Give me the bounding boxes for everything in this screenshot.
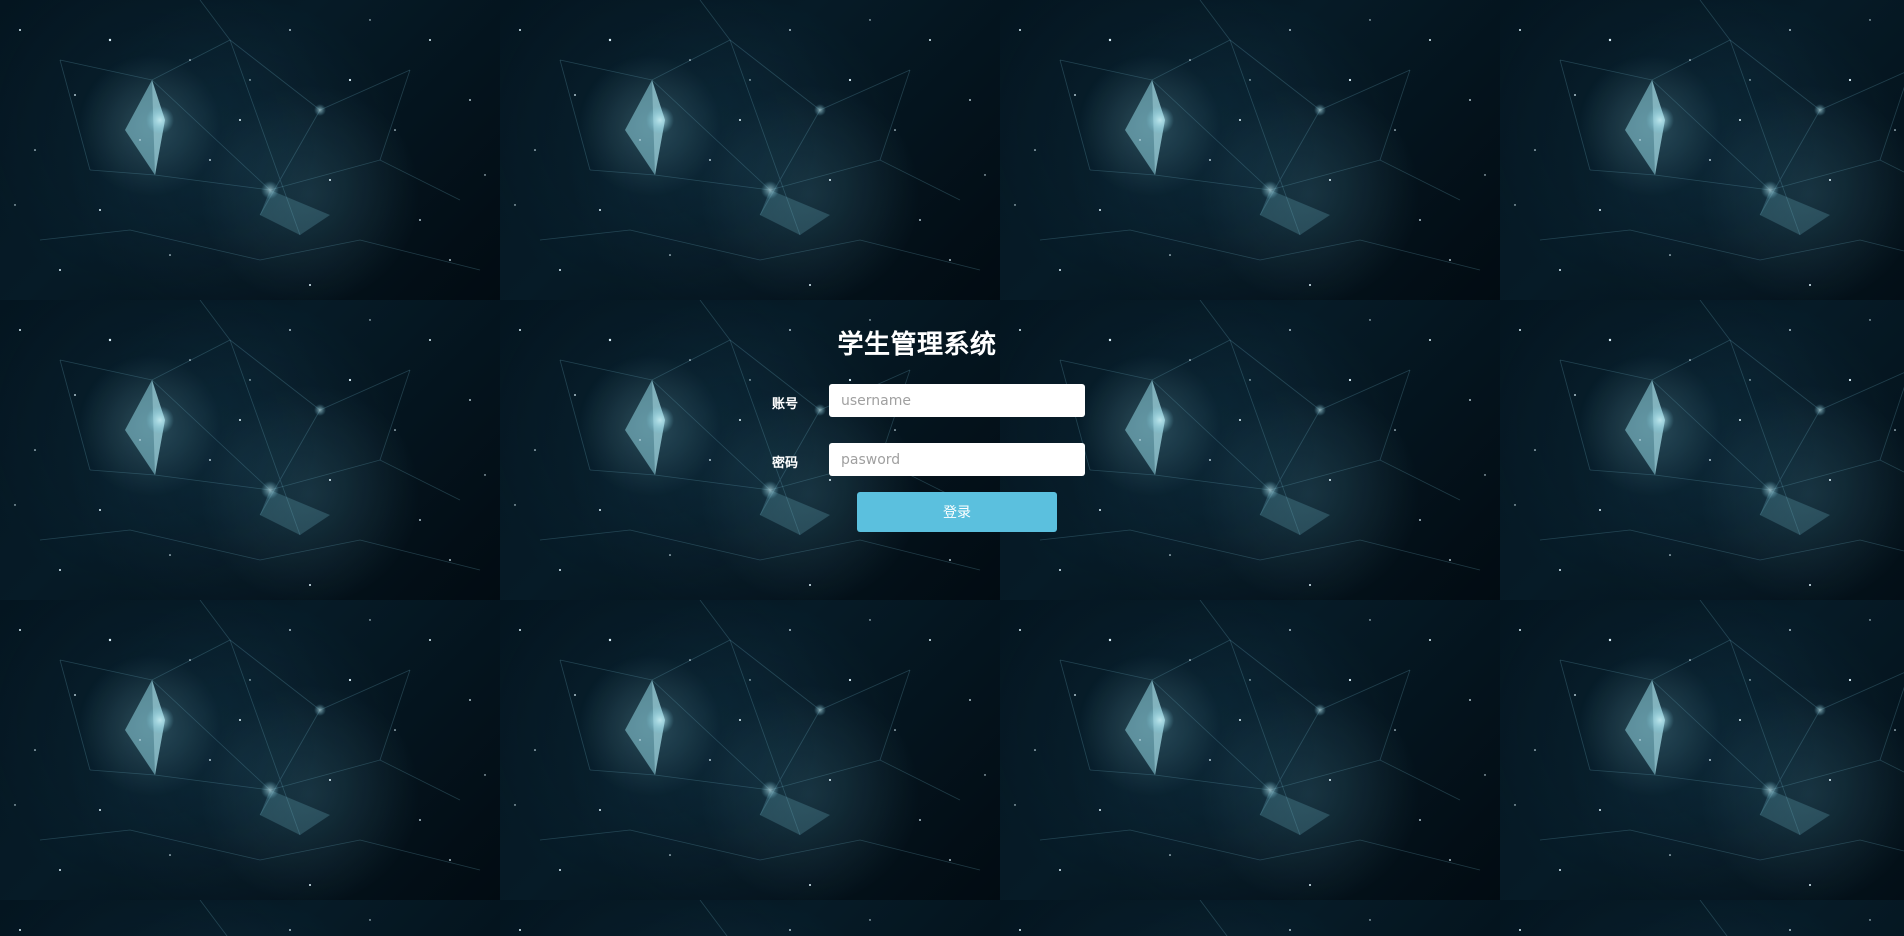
- username-input[interactable]: [829, 384, 1085, 417]
- login-form: 学生管理系统 账号 密码 登录: [738, 311, 1098, 551]
- password-input[interactable]: [829, 443, 1085, 476]
- login-button[interactable]: 登录: [857, 492, 1057, 532]
- page-title: 学生管理系统: [837, 330, 997, 360]
- password-label: 密码: [772, 456, 799, 471]
- username-label: 账号: [772, 397, 799, 412]
